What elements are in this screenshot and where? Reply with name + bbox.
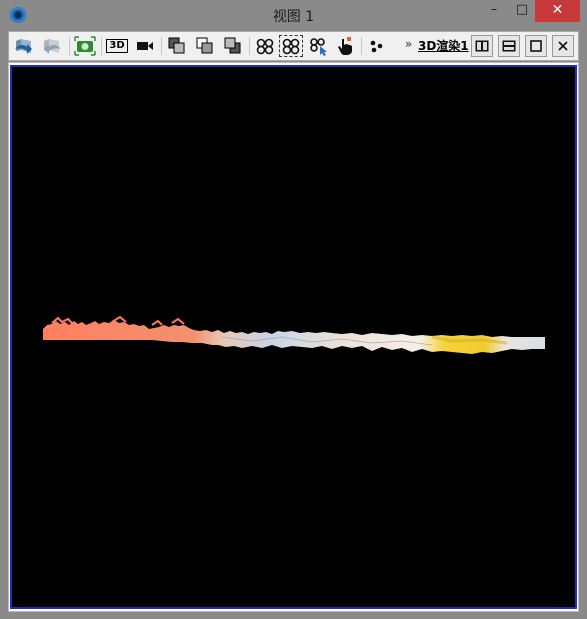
toolbar-separator <box>361 37 362 55</box>
title-bar[interactable]: 视图 1 – □ ✕ <box>0 0 587 30</box>
maximize-button[interactable]: □ <box>508 0 536 22</box>
split-vertical-icon[interactable] <box>471 35 493 57</box>
toolbar-separator <box>161 37 162 55</box>
close-view-icon[interactable] <box>552 35 574 57</box>
3d-label: 3D <box>106 39 128 53</box>
back-icon[interactable] <box>11 35 37 57</box>
render-3d-link[interactable]: 3D渲染1 <box>418 37 469 54</box>
layer-middle-icon[interactable] <box>193 35 217 57</box>
3d-view-icon[interactable]: 3D <box>105 35 129 57</box>
split-horizontal-icon[interactable] <box>498 35 520 57</box>
screenshot-icon[interactable] <box>73 35 97 57</box>
hand-pointer-icon[interactable] <box>333 35 357 57</box>
toolbar-separator <box>69 37 70 55</box>
hexagon-cursor-icon[interactable] <box>307 35 331 57</box>
hexagon-dashed-select-icon[interactable] <box>279 35 303 57</box>
layer-back-icon[interactable] <box>221 35 245 57</box>
view-toolbar: 3D » 3D渲染1 <box>8 31 579 61</box>
toolbar-overflow-chevron[interactable]: » <box>405 37 412 51</box>
camera-video-icon[interactable] <box>133 35 157 57</box>
toolbar-separator <box>249 37 250 55</box>
toolbar-separator <box>101 37 102 55</box>
layer-front-icon[interactable] <box>165 35 189 57</box>
dots-icon[interactable] <box>365 35 389 57</box>
terrain-render <box>43 315 545 354</box>
minimize-button[interactable]: – <box>480 0 508 22</box>
close-button[interactable]: ✕ <box>535 0 580 22</box>
hexagon-select-icon[interactable] <box>253 35 277 57</box>
maximize-view-icon[interactable] <box>525 35 547 57</box>
3d-viewport[interactable] <box>10 65 577 609</box>
viewer-window: 视图 1 – □ ✕ 3D » 3D渲染1 <box>0 0 587 619</box>
forward-icon[interactable] <box>39 35 65 57</box>
